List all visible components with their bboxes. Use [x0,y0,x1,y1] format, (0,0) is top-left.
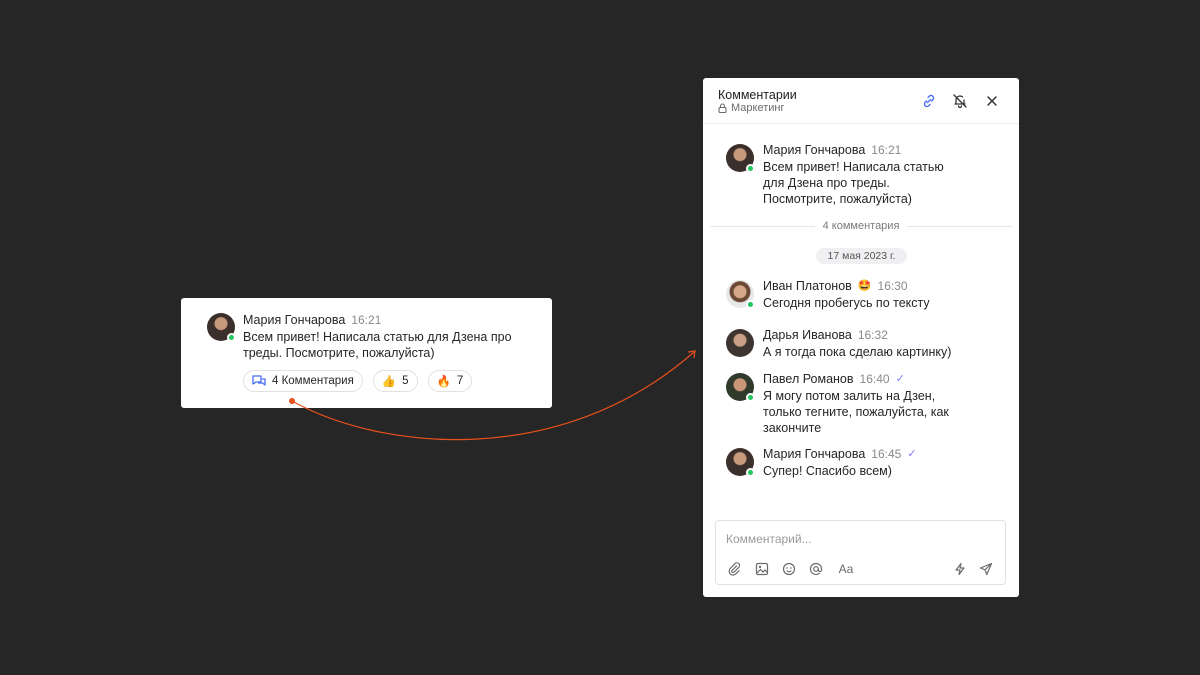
read-check-icon: ✓ [907,448,917,460]
close-icon [987,96,997,106]
comments-panel: Комментарии Маркетинг Мария Гончарова 16… [703,78,1019,597]
send-button[interactable] [978,561,994,577]
read-check-icon: ✓ [895,373,905,385]
online-status-dot [746,164,755,173]
avatar[interactable] [726,280,755,309]
avatar[interactable] [726,448,755,477]
comment-composer: Aa [715,520,1006,585]
image-icon [755,562,769,576]
text-format-label: Aa [838,562,854,576]
status-emoji: 🤩 [857,280,872,292]
message-time: 16:21 [871,143,902,157]
comments-count-label: 4 комментария [822,220,900,232]
mention-button[interactable] [808,561,824,577]
comment-input[interactable] [726,529,996,549]
message-time: 16:30 [877,279,908,293]
message-text: Всем привет! Написала статью для Дзена п… [763,160,944,206]
message-time: 16:40 [859,372,890,386]
link-icon [923,94,935,108]
message-time: 16:45 [871,447,902,461]
text-format-button[interactable]: Aa [836,561,856,577]
message-text: Сегодня пробегусь по тексту [763,296,930,310]
message-text: Супер! Спасибо всем) [763,464,892,478]
avatar[interactable] [726,329,754,357]
emoji-button[interactable] [781,561,797,577]
panel-header: Комментарии Маркетинг [703,78,1019,124]
attach-button[interactable] [726,561,742,577]
paperclip-icon [728,562,741,576]
channel-name: Маркетинг [731,102,785,114]
connector-arrow [289,350,696,441]
author-name[interactable]: Павел Романов [763,371,854,387]
image-button[interactable] [754,561,770,577]
copy-link-button[interactable] [920,92,938,110]
comments-count-divider: 4 комментария [710,218,1013,234]
at-sign-icon [809,562,823,576]
author-name[interactable]: Мария Гончарова [763,142,865,158]
lock-icon [718,103,727,113]
author-name[interactable]: Дарья Иванова [763,327,852,343]
send-icon [979,562,993,576]
author-name[interactable]: Мария Гончарова [763,446,865,462]
quick-actions-button[interactable] [952,561,968,577]
online-status-dot [746,468,755,477]
mute-notifications-button[interactable] [951,92,969,110]
close-button[interactable] [983,92,1001,110]
message-text: А я тогда пока сделаю картинку) [763,345,952,359]
author-name[interactable]: Иван Платонов [763,278,852,294]
avatar[interactable] [726,144,755,173]
avatar[interactable] [726,373,755,402]
online-status-dot [746,393,755,402]
date-separator: 17 мая 2023 г. [816,248,907,264]
channel-label[interactable]: Маркетинг [718,102,784,114]
lightning-icon [955,562,965,576]
panel-title: Комментарии [718,88,797,102]
message-time: 16:32 [857,328,888,342]
message-text: Я могу потом залить на Дзен, только тегн… [763,389,949,435]
bell-off-icon [953,94,967,109]
online-status-dot [746,300,755,309]
smile-icon [782,562,796,576]
